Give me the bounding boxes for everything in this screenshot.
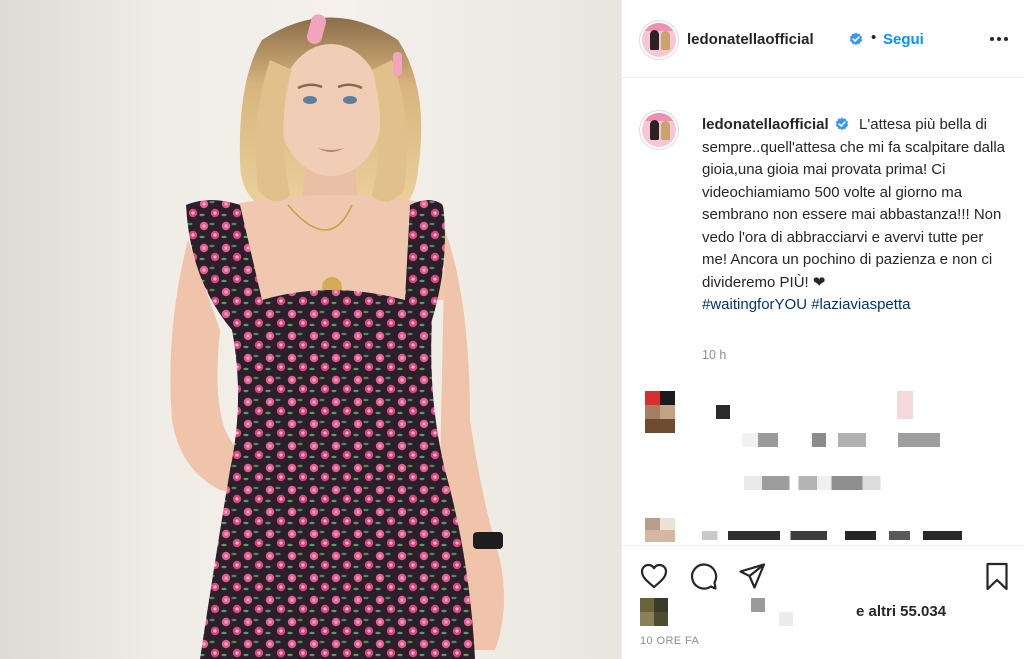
avatar[interactable]	[640, 598, 668, 626]
liker-name-blurred	[779, 612, 793, 626]
caption-text: ledonatellaofficial L'attesa più bella d…	[702, 114, 1012, 317]
comment-text-blurred	[897, 391, 913, 419]
separator-dot: •	[871, 29, 877, 46]
comment-text-blurred	[744, 476, 926, 490]
heart-icon[interactable]	[639, 561, 669, 591]
post-details-panel: ledonatellaofficial • Segui ledonatellao…	[621, 0, 1024, 659]
avatar[interactable]	[645, 391, 675, 433]
comment-text-blurred	[898, 433, 940, 447]
likes-count[interactable]: e altri 55.034	[856, 603, 946, 620]
post-actions-bar: e altri 55.034 10 ORE FA	[622, 545, 1024, 659]
post-header: ledonatellaofficial • Segui	[622, 0, 1024, 78]
comment-icon[interactable]	[688, 561, 718, 591]
avatar[interactable]	[645, 518, 675, 542]
verified-badge-icon	[849, 32, 863, 46]
verified-badge-icon	[835, 117, 848, 131]
liker-name-blurred	[751, 598, 765, 612]
post-date[interactable]: 10 ORE FA	[640, 635, 699, 647]
hashtag-link[interactable]: #laziaviaspetta	[811, 296, 910, 313]
caption-body: L'attesa più bella di sempre..quell'atte…	[702, 116, 1006, 291]
post-photo[interactable]	[0, 0, 621, 659]
share-icon[interactable]	[737, 561, 767, 591]
avatar[interactable]	[640, 111, 678, 149]
bookmark-icon[interactable]	[982, 561, 1012, 591]
caption-username[interactable]: ledonatellaofficial	[702, 116, 829, 133]
hashtag-link[interactable]: #waitingforYOU	[702, 296, 807, 313]
more-options-icon[interactable]	[989, 32, 1009, 46]
comment-text-blurred	[702, 531, 962, 540]
header-username[interactable]: ledonatellaofficial	[687, 31, 814, 48]
woman-in-floral-dress-illustration	[170, 14, 504, 659]
comments-list	[622, 378, 1024, 543]
follow-button[interactable]: Segui	[883, 31, 924, 48]
avatar[interactable]	[640, 21, 678, 59]
post-time: 10 h	[702, 348, 727, 362]
comment-text-blurred	[716, 405, 730, 419]
